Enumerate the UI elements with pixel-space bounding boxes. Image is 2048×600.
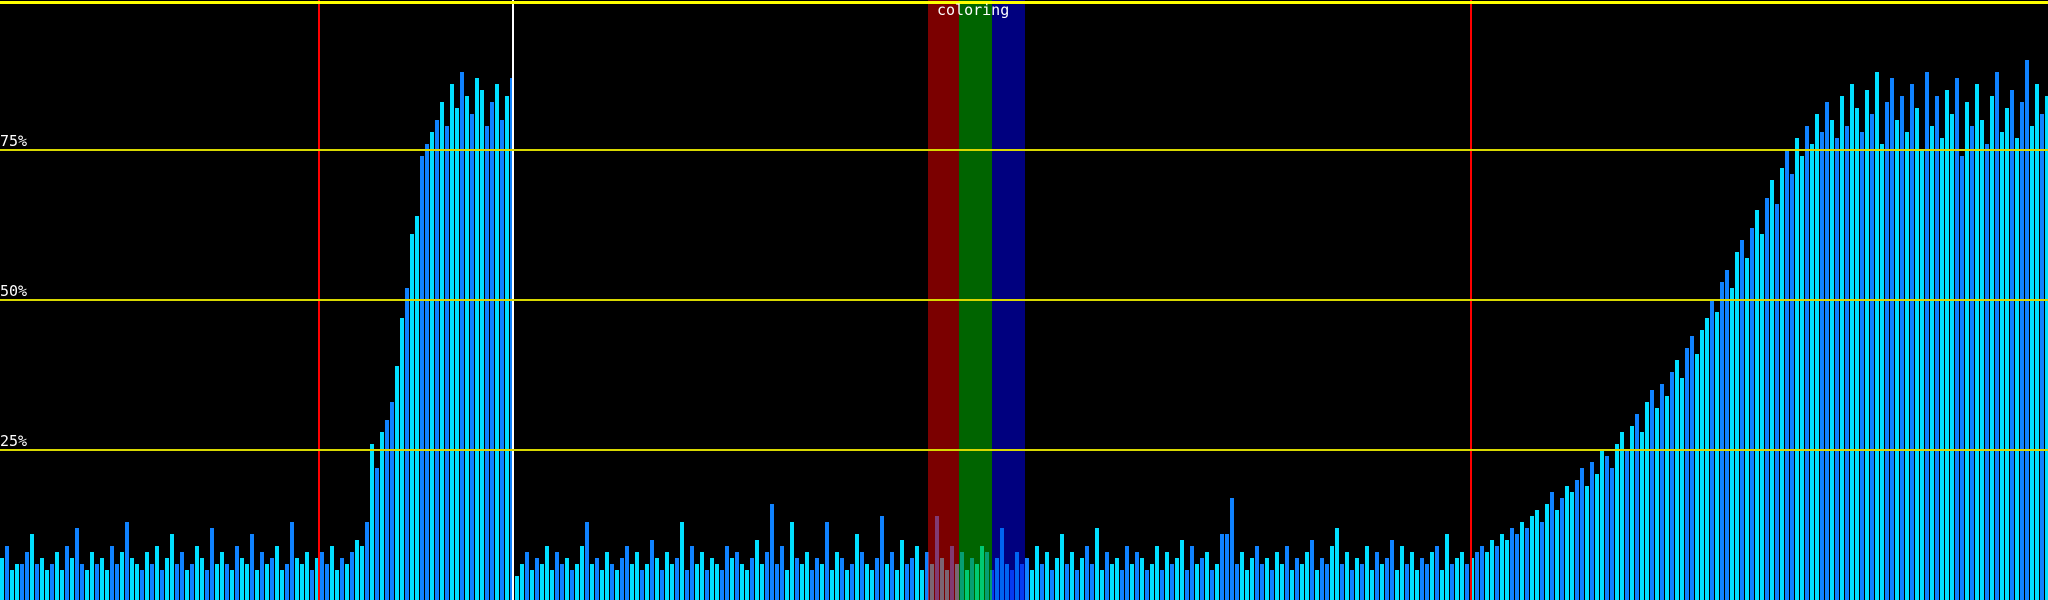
waveform-scope: 75% 50% 25% coloring: [0, 0, 2048, 600]
axis-label-75: 75%: [0, 132, 28, 150]
label-layer: 75% 50% 25% coloring: [0, 0, 2048, 600]
axis-label-50: 50%: [0, 282, 28, 300]
axis-label-25: 25%: [0, 432, 28, 450]
coloring-title: coloring: [937, 1, 1010, 19]
